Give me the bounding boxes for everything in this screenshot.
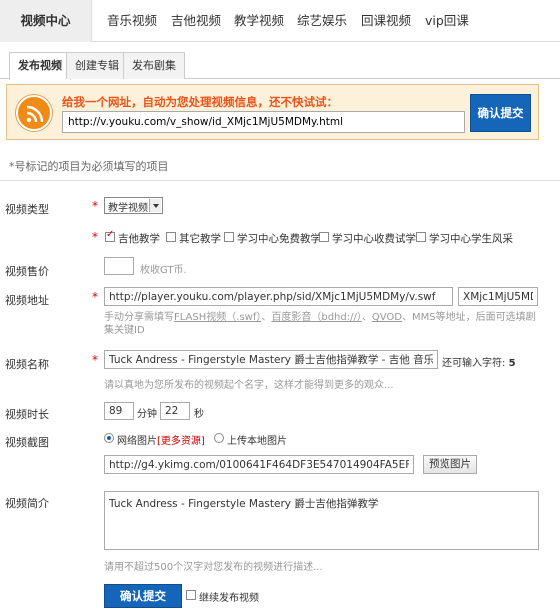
video-address-input[interactable] <box>104 287 453 306</box>
baidu-link[interactable]: 百度影音（bdhd://） <box>271 312 362 323</box>
video-type-select[interactable]: 教学视频 <box>104 197 163 214</box>
seconds-unit: 秒 <box>194 409 204 420</box>
checkbox-student-style[interactable] <box>416 232 426 242</box>
checkbox-label: 学习中心学生风采 <box>429 233 513 245</box>
required-note: *号标记的项目为必须填写的项目 <box>9 160 169 173</box>
url-hint: 给我一个网址，自动为您处理视频信息，还不快试试： <box>62 95 338 109</box>
intro-textarea[interactable]: Tuck Andress - Fingerstyle Mastery 爵士吉他指… <box>104 491 539 550</box>
tab-publish-series[interactable]: 发布剧集 <box>123 52 185 79</box>
nav-guitar-video[interactable]: 吉他视频 <box>171 0 221 42</box>
submit-button[interactable]: 确认提交 <box>104 584 182 608</box>
char-counter: 还可输入字符: 5 <box>442 354 516 369</box>
url-submit-panel: 给我一个网址，自动为您处理视频信息，还不快试试： 确认提交 <box>6 84 539 140</box>
local-upload-label: 上传本地图片 <box>227 436 287 447</box>
seconds-input[interactable] <box>160 402 190 420</box>
preview-image-button[interactable]: 预览图片 <box>423 455 477 474</box>
tab-publish-video[interactable]: 发布视频 <box>9 52 71 80</box>
top-nav: 视频中心 音乐视频 吉他视频 教学视频 综艺娱乐 回课视频 vip回课 <box>0 0 560 42</box>
minutes-input[interactable] <box>104 402 134 420</box>
checkbox-guitar-teaching[interactable] <box>105 229 115 242</box>
address-label: 视频地址 <box>5 294 49 307</box>
hint-sep: 、 <box>261 312 272 323</box>
divider <box>0 180 560 181</box>
video-id-input[interactable] <box>458 287 538 306</box>
price-unit: 枚收GT币. <box>140 265 187 276</box>
nav-music-video[interactable]: 音乐视频 <box>107 0 157 42</box>
nav-lesson-video[interactable]: 回课视频 <box>361 0 411 42</box>
address-hint-prefix: 手动分享需填写 <box>104 312 174 323</box>
hint-sep: 、 <box>361 312 372 323</box>
thumbnail-url-input[interactable] <box>104 455 414 474</box>
price-input[interactable] <box>104 257 134 275</box>
continue-publish-checkbox[interactable] <box>186 590 196 600</box>
nav-video-center[interactable]: 视频中心 <box>0 0 92 42</box>
minutes-unit: 分钟 <box>137 409 157 420</box>
checkbox-label: 学习中心免费教学 <box>237 233 321 245</box>
duration-label: 视频时长 <box>5 408 49 421</box>
checkbox-label: 其它教学 <box>179 233 221 245</box>
radio-label: 网络图片[更多资源] <box>117 432 205 447</box>
hint-sep: 、 <box>401 312 412 323</box>
name-hint: 请以真地为您所发布的视频起个名字，这样才能得到更多的观众... <box>104 380 394 391</box>
required-star: * <box>92 290 98 304</box>
chevron-down-icon <box>149 199 161 212</box>
counter-value: 5 <box>508 358 516 369</box>
video-type-label: 视频类型 <box>5 203 49 216</box>
net-image-text: 网络图片 <box>117 436 157 447</box>
flash-link[interactable]: FLASH视频（.swf） <box>174 312 261 323</box>
radio-net-image[interactable] <box>104 433 114 443</box>
video-type-selected: 教学视频 <box>108 203 148 214</box>
thumbnail-label: 视频截图 <box>5 436 49 449</box>
confirm-url-button[interactable]: 确认提交 <box>470 94 531 132</box>
rss-icon <box>16 95 52 131</box>
qvod-link[interactable]: QVOD <box>372 312 402 323</box>
price-label: 视频售价 <box>5 265 49 278</box>
required-star: * <box>92 230 98 244</box>
tab-create-album[interactable]: 创建专辑 <box>66 52 128 79</box>
address-hint: 手动分享需填写FLASH视频（.swf）、百度影音（bdhd://）、QVOD、… <box>104 311 540 337</box>
checkbox-other-teaching[interactable] <box>166 232 176 242</box>
counter-label: 还可输入字符: <box>442 358 506 369</box>
nav-vip-lesson[interactable]: vip回课 <box>425 0 469 42</box>
checkbox-label: 吉他教学 <box>118 233 160 245</box>
video-url-input[interactable] <box>62 111 465 133</box>
sub-tabs: 发布视频 创建专辑 发布剧集 <box>0 42 560 80</box>
checkbox-free-teaching[interactable] <box>224 232 234 242</box>
more-resources-link[interactable]: [更多资源] <box>157 436 205 447</box>
continue-publish-label: 继续发布视频 <box>199 593 259 604</box>
required-star: * <box>92 353 98 367</box>
radio-local-upload[interactable] <box>214 433 224 443</box>
name-label: 视频名称 <box>5 358 49 371</box>
intro-hint: 请用不超过500个汉字对您发布的视频进行描述... <box>104 562 323 573</box>
intro-label: 视频简介 <box>5 497 49 510</box>
nav-variety[interactable]: 综艺娱乐 <box>297 0 347 42</box>
required-star: * <box>92 199 98 213</box>
video-name-input[interactable] <box>104 350 438 369</box>
checkbox-label: 学习中心收费试学 <box>332 233 416 245</box>
checkbox-paid-trial[interactable] <box>319 232 329 242</box>
nav-teaching-video[interactable]: 教学视频 <box>234 0 284 42</box>
